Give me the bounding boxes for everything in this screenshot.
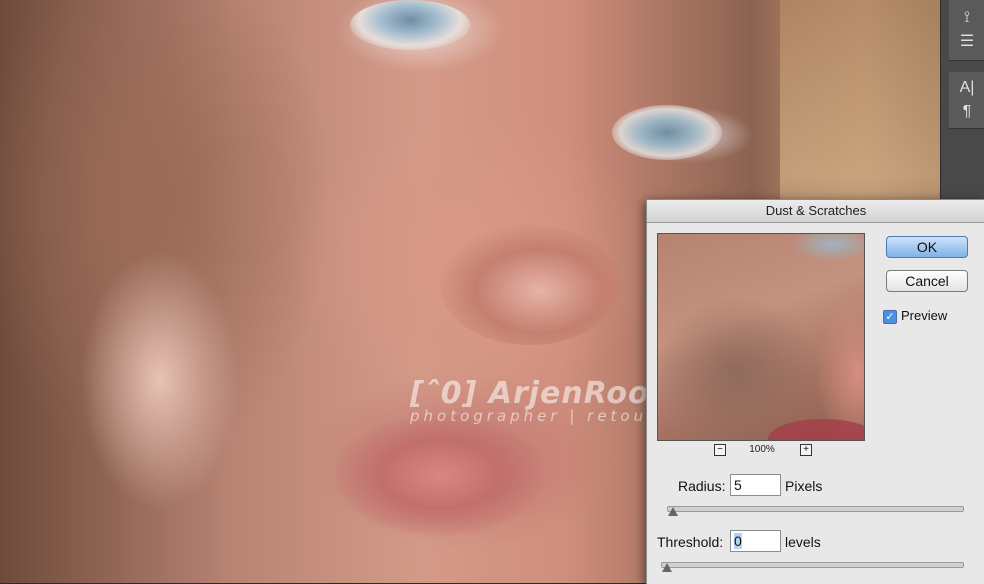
zoom-out-button[interactable]: − xyxy=(714,444,726,456)
dust-scratches-dialog: Dust & Scratches − 100% + OK Cancel ✓ Pre… xyxy=(646,199,984,584)
paragraph-icon[interactable]: ¶ xyxy=(949,100,984,124)
threshold-slider-thumb[interactable] xyxy=(662,563,672,572)
brush-preset-icon[interactable]: ⟟ xyxy=(949,6,984,30)
radius-unit: Pixels xyxy=(785,478,823,494)
radius-input[interactable]: 5 xyxy=(730,474,781,496)
zoom-in-button[interactable]: + xyxy=(800,444,812,456)
ok-button[interactable]: OK xyxy=(886,236,968,258)
character-icon[interactable]: A| xyxy=(949,76,984,100)
radius-label: Radius: xyxy=(678,478,726,494)
threshold-slider-track[interactable] xyxy=(661,562,964,568)
threshold-unit: levels xyxy=(785,534,821,550)
radius-slider-thumb[interactable] xyxy=(668,507,678,516)
tool-group-top: ⟟ ☰ xyxy=(949,0,984,61)
lips-region xyxy=(335,415,545,535)
tool-group-text: A| ¶ xyxy=(949,72,984,129)
cheek-region xyxy=(80,250,240,510)
zoom-level: 100% xyxy=(749,444,775,455)
adjustments-icon[interactable]: ☰ xyxy=(949,30,984,54)
dialog-title[interactable]: Dust & Scratches xyxy=(647,200,984,223)
preview-checkbox-row[interactable]: ✓ Preview xyxy=(883,308,947,324)
right-eye-region xyxy=(612,105,722,160)
preview-lip-region xyxy=(768,419,864,440)
zoom-controls: − 100% + xyxy=(657,444,863,460)
threshold-value: 0 xyxy=(734,533,742,549)
threshold-input[interactable]: 0 xyxy=(730,530,781,552)
cancel-button[interactable]: Cancel xyxy=(886,270,968,292)
nose-region xyxy=(440,225,620,345)
preview-label: Preview xyxy=(901,308,948,323)
radius-slider-track[interactable] xyxy=(667,506,964,512)
threshold-label: Threshold: xyxy=(657,534,724,550)
preview-checkbox[interactable]: ✓ xyxy=(883,309,897,324)
left-eye-region xyxy=(350,0,470,50)
preview-image[interactable] xyxy=(657,233,865,441)
